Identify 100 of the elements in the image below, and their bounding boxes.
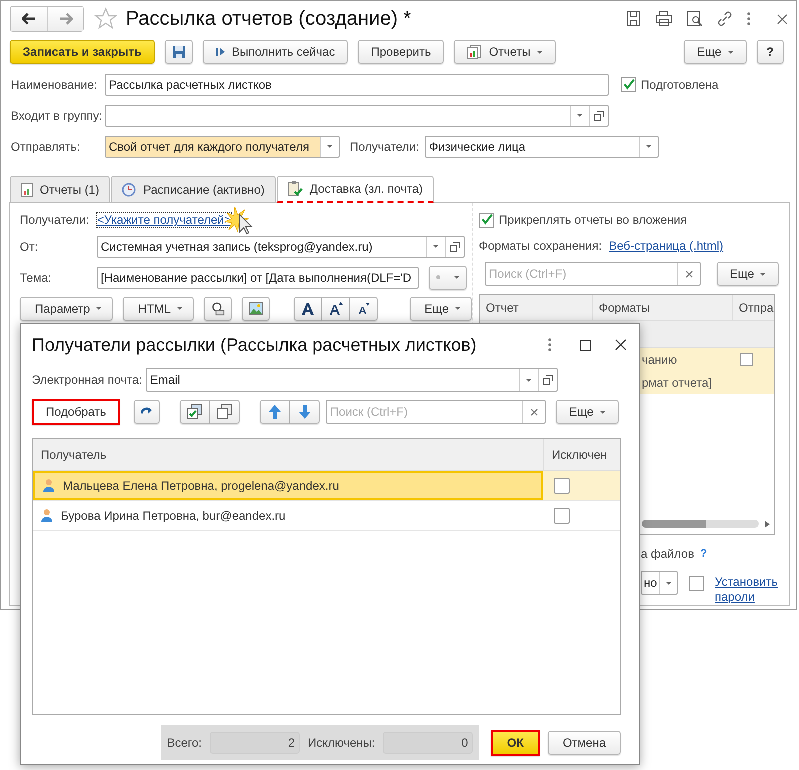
group-field[interactable]	[105, 104, 609, 126]
open-window-icon[interactable]	[594, 110, 604, 120]
check-all-button[interactable]	[180, 400, 210, 424]
uncheck-all-button[interactable]	[210, 400, 240, 424]
html-menu-button[interactable]: HTML	[123, 296, 194, 320]
preview-icon[interactable]	[687, 11, 703, 27]
font-increase-icon	[328, 302, 343, 315]
move-up-button[interactable]	[260, 400, 290, 424]
checkbox[interactable]	[554, 508, 570, 524]
close-icon[interactable]	[615, 339, 627, 351]
run-now-button[interactable]: Выполнить сейчас	[202, 40, 348, 64]
scroll-right-icon[interactable]	[765, 520, 770, 528]
recipient-row[interactable]: Бурова Ирина Петровна, bur@eandex.ru	[33, 501, 620, 531]
link-icon[interactable]	[717, 11, 733, 27]
open-window-icon[interactable]	[543, 375, 554, 385]
dialog-title: Получатели рассылки (Рассылка расчетных листков)	[32, 334, 478, 356]
tab[interactable]: Доставка (зл. почта)	[276, 176, 434, 203]
move-down-button[interactable]	[290, 400, 320, 424]
checkbox[interactable]	[479, 212, 494, 228]
dropdown-arrow-icon	[96, 307, 102, 310]
field-label: а файлов	[641, 547, 694, 561]
more-menu-button[interactable]: Еще	[684, 40, 747, 64]
protection-field[interactable]: но	[641, 571, 678, 595]
field-label: Электронная почта:	[32, 373, 142, 387]
excluded-count-field: 0	[383, 732, 474, 754]
parameter-menu-button[interactable]: Параметр	[20, 296, 114, 320]
insert-image-button[interactable]	[242, 296, 270, 320]
dropdown-arrow-icon	[646, 145, 652, 148]
checkbox[interactable]	[740, 353, 753, 366]
preview-button[interactable]	[204, 296, 232, 320]
send-mode-field[interactable]: Свой отчет для каждого получателя	[105, 136, 340, 158]
save-icon[interactable]	[626, 11, 642, 27]
check-button[interactable]: Проверить	[358, 40, 444, 64]
checkbox[interactable]	[621, 77, 636, 92]
field-label: От:	[20, 240, 40, 254]
print-icon[interactable]	[656, 11, 673, 27]
reports-menu-button[interactable]: Отчеты	[454, 40, 556, 64]
forward-arrow-icon	[58, 13, 72, 25]
image-icon	[249, 302, 264, 315]
pick-button[interactable]: Подобрать	[32, 399, 120, 425]
formats-link[interactable]: Веб-страница (.html)	[609, 239, 724, 253]
dropdown-arrow-icon	[177, 307, 184, 310]
column-header[interactable]: Исключен	[544, 439, 608, 470]
cancel-button[interactable]: Отмена	[548, 730, 621, 754]
column-header[interactable]: Отчет	[480, 295, 593, 320]
email-field[interactable]: Email	[146, 368, 558, 392]
field-label: Получатели:	[350, 140, 420, 154]
specify-recipients-link[interactable]: <Укажите получателей>	[97, 213, 232, 227]
subject-field[interactable]: [Наименование рассылки] от [Дата выполнения(DLF='D	[97, 266, 419, 288]
favorite-star-icon[interactable]	[94, 7, 118, 31]
checkbox-label: Подготовлена	[641, 78, 719, 92]
column-header[interactable]: Отпра	[733, 295, 774, 320]
clear-icon[interactable]	[530, 408, 538, 416]
dropdown-arrow-icon	[536, 50, 543, 54]
more-menu-button[interactable]: Еще	[717, 262, 780, 286]
more-options-icon[interactable]	[747, 12, 751, 26]
tab[interactable]: Расписание (активно)	[111, 176, 276, 202]
help-link[interactable]: ?	[700, 548, 708, 560]
maximize-icon[interactable]	[580, 340, 591, 350]
save-and-close-button[interactable]: Записать и закрыть	[10, 40, 155, 64]
from-field[interactable]: Системная учетная запись (teksprog@yandex.ru)	[97, 236, 465, 258]
decrease-font-button[interactable]	[350, 296, 378, 320]
ok-button[interactable]: ОК	[491, 730, 540, 756]
field-label: Тема:	[20, 270, 53, 284]
more-options-icon[interactable]	[548, 338, 552, 352]
checked-boxes-icon	[187, 404, 204, 420]
down-arrow-icon	[298, 405, 311, 419]
open-window-icon[interactable]	[450, 242, 460, 252]
set-passwords-link[interactable]: Установить пароли	[715, 575, 778, 605]
scrollbar[interactable]	[642, 520, 770, 528]
close-icon[interactable]	[777, 14, 788, 24]
window-title: Рассылка отчетов (создание) *	[126, 8, 412, 30]
table-cell-text: чанию	[642, 352, 678, 366]
back-button[interactable]	[11, 7, 47, 31]
font-letter-icon	[301, 302, 316, 314]
field-label: Форматы сохранения:	[479, 239, 602, 253]
help-button[interactable]: ?	[756, 40, 784, 64]
more-menu-button[interactable]: Еще	[556, 400, 619, 424]
recipients-type-field[interactable]: Физические лица	[425, 136, 660, 158]
dropdown-arrow-icon	[455, 307, 461, 310]
save-button[interactable]	[164, 40, 193, 64]
checkbox[interactable]	[689, 576, 704, 591]
clock-icon	[122, 182, 136, 196]
tab[interactable]: Отчеты (1)	[10, 176, 110, 202]
magnifier-icon	[211, 300, 226, 316]
name-field[interactable]: Рассылка расчетных листков	[105, 74, 609, 96]
column-header[interactable]: Получатель	[33, 439, 544, 470]
increase-font-button[interactable]	[322, 296, 350, 320]
recipient-row[interactable]: Мальцева Елена Петровна, progelena@yandex.ru	[33, 471, 620, 501]
checkmark-icon	[622, 78, 634, 90]
dropdown-arrow-icon	[600, 410, 606, 414]
more-menu-button[interactable]: Еще	[410, 296, 472, 320]
clear-icon[interactable]	[686, 270, 692, 278]
table-cell: Бурова Ирина Петровна, bur@eandex.ru	[61, 508, 286, 522]
redirect-button[interactable]	[134, 400, 160, 424]
up-arrow-icon	[269, 405, 282, 419]
bold-button[interactable]	[294, 296, 322, 320]
checkbox[interactable]	[554, 478, 570, 494]
dropdown-arrow-icon	[433, 245, 439, 248]
column-header[interactable]: Форматы	[593, 295, 733, 320]
